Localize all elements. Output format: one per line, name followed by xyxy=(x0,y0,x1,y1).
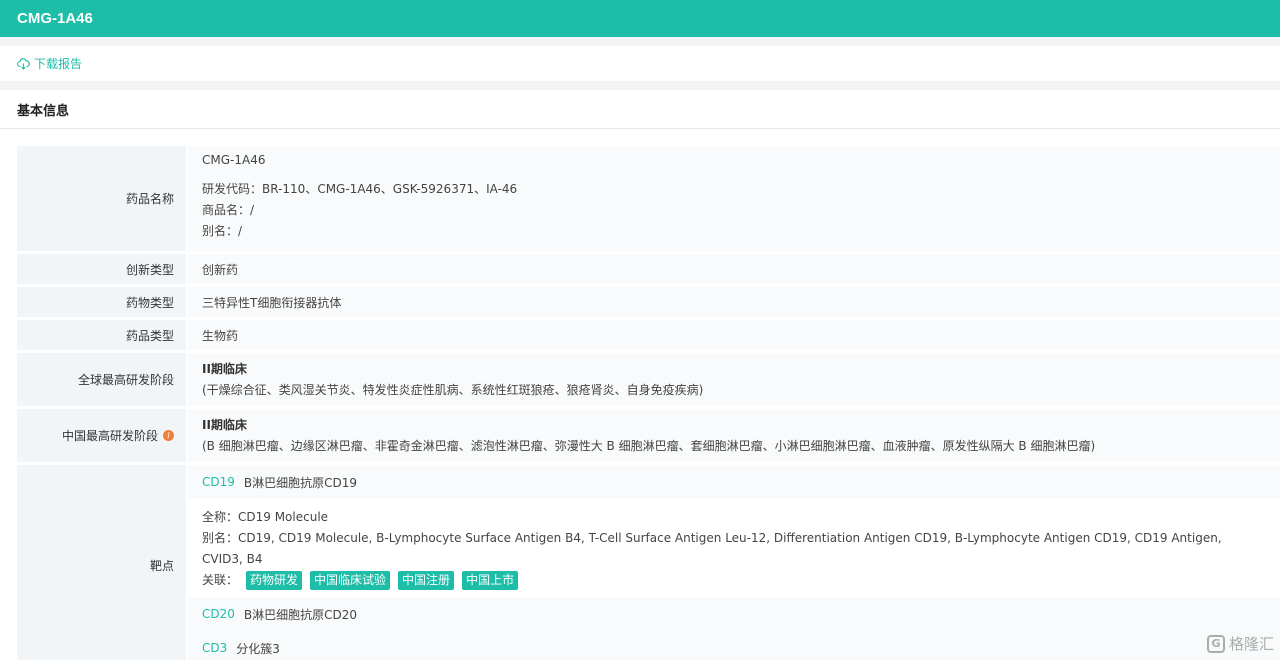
label-target: 靶点 xyxy=(17,465,186,660)
row-china-stage: 中国最高研发阶段 i II期临床 (B 细胞淋巴瘤、边缘区淋巴瘤、非霍奇金淋巴瘤… xyxy=(17,409,1280,462)
global-stage-indications: (干燥综合征、类风湿关节炎、特发性炎症性肌病、系统性红斑狼疮、狼疮肾炎、自身免疫… xyxy=(202,382,704,397)
target-related-tags: 关联： 药物研发 中国临床试验 中国注册 中国上市 xyxy=(202,570,1262,591)
value-global-stage: II期临床 (干燥综合征、类风湿关节炎、特发性炎症性肌病、系统性红斑狼疮、狼疮肾… xyxy=(188,353,1280,406)
global-stage-phase: II期临床 xyxy=(202,361,247,376)
label-global-stage: 全球最高研发阶段 xyxy=(17,353,186,406)
drug-dev-code: 研发代码：BR-110、CMG-1A46、GSK-5926371、IA-46 xyxy=(202,182,518,196)
target-name: 分化簇3 xyxy=(236,641,280,656)
drug-trade-name: 商品名：/ xyxy=(202,203,255,217)
section-title: 基本信息 xyxy=(0,90,1280,129)
tag-drug-research[interactable]: 药物研发 xyxy=(246,571,303,590)
drug-alias: 别名：/ xyxy=(202,224,243,238)
cloud-download-icon xyxy=(17,57,30,70)
target-cd3: CD3 分化簇3 xyxy=(188,631,1280,660)
label-drug-type: 药物类型 xyxy=(17,287,186,317)
target-name: B淋巴细胞抗原CD20 xyxy=(243,607,358,622)
target-code-link[interactable]: CD3 xyxy=(202,641,227,655)
watermark-logo-icon: G xyxy=(1206,634,1225,653)
target-code-link[interactable]: CD19 xyxy=(202,475,235,489)
label-china-stage-cell: 中国最高研发阶段 i xyxy=(17,409,186,462)
watermark-text: 格隆汇 xyxy=(1228,635,1274,653)
row-drug-name: 药品名称 CMG-1A46 研发代码：BR-110、CMG-1A46、GSK-5… xyxy=(17,146,1280,251)
label-product-type: 药品类型 xyxy=(17,320,186,350)
target-cd20: CD20 B淋巴细胞抗原CD20 xyxy=(188,597,1280,631)
value-drug-name: CMG-1A46 研发代码：BR-110、CMG-1A46、GSK-592637… xyxy=(188,146,1280,251)
tag-china-registration[interactable]: 中国注册 xyxy=(398,571,455,590)
target-name: B淋巴细胞抗原CD19 xyxy=(243,475,358,490)
row-drug-type: 药物类型 三特异性T细胞衔接器抗体 xyxy=(17,287,1280,317)
target-aliases: 别名：CD19, CD19 Molecule, B-Lymphocyte Sur… xyxy=(202,531,1222,566)
row-product-type: 药品类型 生物药 xyxy=(17,320,1280,350)
tag-china-clinical-trial[interactable]: 中国临床试验 xyxy=(310,571,391,590)
value-product-type: 生物药 xyxy=(188,320,1280,350)
page-title: CMG-1A46 xyxy=(17,10,93,27)
row-global-stage: 全球最高研发阶段 II期临床 (干燥综合征、类风湿关节炎、特发性炎症性肌病、系统… xyxy=(17,353,1280,406)
value-innovation-type: 创新药 xyxy=(188,254,1280,284)
row-target: 靶点 CD19 B淋巴细胞抗原CD19 全称：CD19 Molecule 别名：… xyxy=(17,465,1280,660)
watermark: G 格隆汇 xyxy=(1206,633,1274,654)
target-cd19-detail: 全称：CD19 Molecule 别名：CD19, CD19 Molecule,… xyxy=(188,499,1280,597)
related-label: 关联： xyxy=(202,573,239,587)
info-table: 药品名称 CMG-1A46 研发代码：BR-110、CMG-1A46、GSK-5… xyxy=(17,146,1280,660)
label-china-stage: 中国最高研发阶段 xyxy=(61,429,158,443)
basic-info-panel: 基本信息 药品名称 CMG-1A46 研发代码：BR-110、CMG-1A46、… xyxy=(0,90,1280,660)
target-cd19: CD19 B淋巴细胞抗原CD19 xyxy=(188,465,1280,499)
value-china-stage: II期临床 (B 细胞淋巴瘤、边缘区淋巴瘤、非霍奇金淋巴瘤、滤泡性淋巴瘤、弥漫性… xyxy=(188,409,1280,462)
label-drug-name: 药品名称 xyxy=(17,146,186,251)
china-stage-indications: (B 细胞淋巴瘤、边缘区淋巴瘤、非霍奇金淋巴瘤、滤泡性淋巴瘤、弥漫性大 B 细胞… xyxy=(202,438,1096,453)
download-report-label: 下载报告 xyxy=(34,57,83,71)
value-drug-type: 三特异性T细胞衔接器抗体 xyxy=(188,287,1280,317)
target-code-link[interactable]: CD20 xyxy=(202,607,235,621)
top-bar: CMG-1A46 xyxy=(0,0,1280,37)
row-innovation-type: 创新类型 创新药 xyxy=(17,254,1280,284)
drug-primary-name: CMG-1A46 xyxy=(202,153,266,167)
target-full-name: 全称：CD19 Molecule xyxy=(202,510,329,524)
download-bar: 下载报告 xyxy=(0,46,1280,81)
china-stage-phase: II期临床 xyxy=(202,417,247,432)
info-icon[interactable]: i xyxy=(163,430,174,441)
download-report-link[interactable]: 下载报告 xyxy=(17,55,82,72)
value-target: CD19 B淋巴细胞抗原CD19 全称：CD19 Molecule 别名：CD1… xyxy=(188,465,1280,660)
tag-china-market[interactable]: 中国上市 xyxy=(462,571,519,590)
label-innovation-type: 创新类型 xyxy=(17,254,186,284)
